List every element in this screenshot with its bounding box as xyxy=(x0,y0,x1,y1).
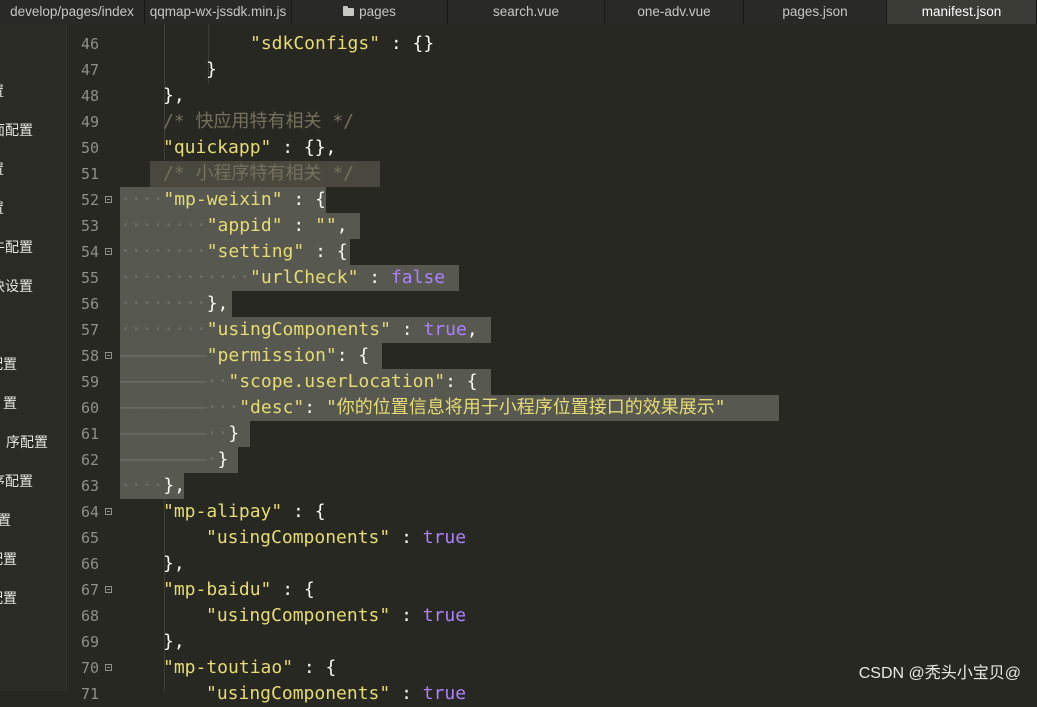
sidebar-item[interactable]: 配置 xyxy=(0,354,17,374)
sidebar-item[interactable]: 置 xyxy=(0,81,4,101)
sidebar-item[interactable]: 置 xyxy=(0,198,4,218)
code-line: "sdkConfigs" : {} xyxy=(250,33,435,54)
code-line: /* 小程序特有相关 */ xyxy=(163,163,355,184)
line-number: 64 xyxy=(80,503,99,521)
code-line: ――――――――·} xyxy=(120,449,229,470)
code-line: ············"urlCheck" : false xyxy=(120,267,446,288)
line-number: 46 xyxy=(80,35,99,53)
line-number: 65 xyxy=(80,529,99,547)
code-line: "quickapp" : {}, xyxy=(163,137,337,158)
line-number: 51 xyxy=(80,165,99,183)
code-line: }, xyxy=(163,85,185,106)
sidebar-item[interactable]: 序配置 xyxy=(0,471,33,491)
code-line: ········"appid" : "", xyxy=(120,215,348,236)
fold-toggle-icon[interactable] xyxy=(105,196,112,203)
code-line: "mp-alipay" : { xyxy=(163,501,326,522)
line-number: 55 xyxy=(80,269,99,287)
tab-bar: develop/pages/index qqmap-wx-jssdk.min.j… xyxy=(0,0,1037,24)
code-line: ――――――――···"desc": "你的位置信息将用于小程序位置接口的效果展… xyxy=(120,397,726,418)
code-line: ――――――――"permission": { xyxy=(120,345,370,366)
sidebar-item[interactable]: 配置 xyxy=(0,549,17,569)
line-number: 68 xyxy=(80,607,99,625)
folder-icon xyxy=(343,6,355,16)
line-number: 59 xyxy=(80,373,99,391)
sidebar-item[interactable]: 置 xyxy=(3,393,17,413)
fold-toggle-icon[interactable] xyxy=(105,586,112,593)
line-number: 52 xyxy=(80,191,99,209)
tab-pages-folder[interactable]: pages xyxy=(292,0,448,24)
fold-toggle-icon[interactable] xyxy=(105,248,112,255)
fold-toggle-icon[interactable] xyxy=(105,664,112,671)
tab-pages-json[interactable]: pages.json xyxy=(744,0,887,24)
code-line: ········"usingComponents" : true, xyxy=(120,319,478,340)
sidebar-item[interactable]: 序配置 xyxy=(6,432,48,452)
code-line: "usingComponents" : true xyxy=(206,527,467,548)
line-number: 50 xyxy=(80,139,99,157)
code-editor[interactable]: "sdkConfigs" : {} } }, /* 快应用特有相关 */ "qu… xyxy=(120,24,1037,704)
tab-qqmap-sdk[interactable]: qqmap-wx-jssdk.min.js xyxy=(145,0,292,24)
code-line: ····"mp-weixin" : { xyxy=(120,189,326,210)
line-number: 58 xyxy=(80,347,99,365)
code-line: "usingComponents" : true xyxy=(206,683,467,704)
fold-toggle-icon[interactable] xyxy=(105,508,112,515)
tab-one-adv-vue[interactable]: one-adv.vue xyxy=(605,0,744,24)
sidebar-item[interactable]: 配置 xyxy=(0,588,17,608)
line-number: 62 xyxy=(80,451,99,469)
code-line: "usingComponents" : true xyxy=(206,605,467,626)
line-number: 56 xyxy=(80,295,99,313)
code-line: ········}, xyxy=(120,293,229,314)
code-line: ――――――――··"scope.userLocation": { xyxy=(120,371,478,392)
sidebar-item[interactable]: 置 xyxy=(0,510,11,530)
code-line: ――――――――··} xyxy=(120,423,240,444)
line-number: 54 xyxy=(80,243,99,261)
code-line: } xyxy=(206,59,217,80)
fold-toggle-icon[interactable] xyxy=(105,352,112,359)
line-number: 49 xyxy=(80,113,99,131)
line-number: 61 xyxy=(80,425,99,443)
line-number: 67 xyxy=(80,581,99,599)
line-number: 63 xyxy=(80,477,99,495)
line-number-gutter: 46 47 48 49 50 51 52 53 54 55 56 57 58 5… xyxy=(67,24,117,703)
watermark: CSDN @秃头小宝贝@ xyxy=(858,665,1021,682)
code-line: ········"setting" : { xyxy=(120,241,348,262)
line-number: 53 xyxy=(80,217,99,235)
code-line: }, xyxy=(163,553,185,574)
line-number: 47 xyxy=(80,61,99,79)
sidebar: 置 面配置 置 置 牛配置 块设置 配置 置 序配置 序配置 置 配置 配置 xyxy=(0,24,67,691)
sidebar-item[interactable]: 块设置 xyxy=(0,276,33,296)
code-line: }, xyxy=(163,631,185,652)
code-line: ····}, xyxy=(120,475,186,496)
line-number: 69 xyxy=(80,633,99,651)
sidebar-item[interactable]: 置 xyxy=(0,159,4,179)
line-number: 66 xyxy=(80,555,99,573)
sidebar-item[interactable]: 面配置 xyxy=(0,120,33,140)
code-line: "mp-toutiao" : { xyxy=(163,657,337,678)
tab-search-vue[interactable]: search.vue xyxy=(448,0,605,24)
line-number: 57 xyxy=(80,321,99,339)
json-key: "sdkConfigs" xyxy=(250,33,381,54)
tab-manifest-json[interactable]: manifest.json xyxy=(887,0,1037,24)
line-number: 71 xyxy=(80,685,99,703)
line-number: 70 xyxy=(80,659,99,677)
line-number: 48 xyxy=(80,87,99,105)
line-number: 60 xyxy=(80,399,99,417)
code-line: "mp-baidu" : { xyxy=(163,579,315,600)
code-line: /* 快应用特有相关 */ xyxy=(163,111,355,132)
tab-develop-pages-index[interactable]: develop/pages/index xyxy=(0,0,145,24)
sidebar-item[interactable]: 牛配置 xyxy=(0,237,33,257)
